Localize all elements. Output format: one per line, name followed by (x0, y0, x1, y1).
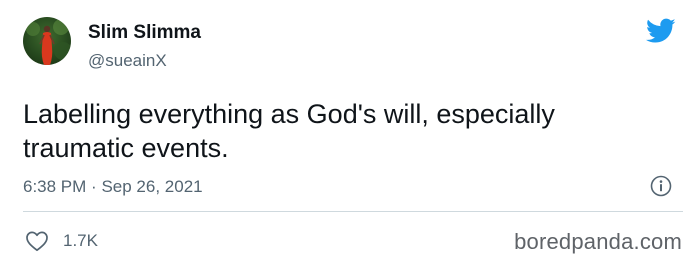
tweet-time[interactable]: 6:38 PM (23, 177, 86, 196)
display-name[interactable]: Slim Slimma (88, 22, 201, 44)
tweet-text: Labelling everything as God's will, espe… (23, 99, 555, 163)
twitter-bird-icon[interactable] (646, 18, 676, 44)
heart-icon[interactable] (25, 230, 49, 252)
tweet-date[interactable]: Sep 26, 2021 (101, 177, 202, 196)
avatar[interactable] (23, 17, 71, 65)
divider (23, 211, 683, 212)
tweet-card: Slim Slimma @sueainX Labelling everythin… (0, 0, 700, 264)
tweet-timestamp[interactable]: 6:38 PM · Sep 26, 2021 (23, 177, 203, 197)
like-count[interactable]: 1.7K (63, 231, 98, 251)
meta-separator: · (91, 177, 97, 196)
info-icon[interactable] (650, 175, 672, 197)
watermark: boredpanda.com (514, 229, 682, 254)
user-handle[interactable]: @sueainX (88, 51, 167, 71)
